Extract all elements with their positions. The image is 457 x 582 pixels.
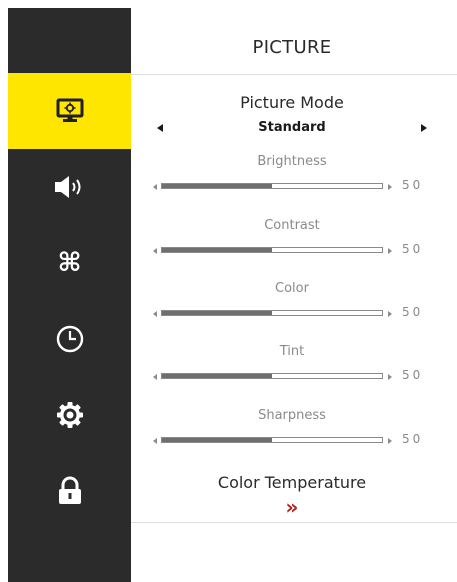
contrast-slider[interactable]: 50 (131, 242, 457, 259)
slider-increase-arrow[interactable] (388, 438, 392, 444)
sidebar-item-timer[interactable] (8, 301, 131, 377)
slider-increase-arrow[interactable] (388, 311, 392, 317)
sidebar-item-command[interactable]: ⌘ (8, 225, 131, 301)
contrast-label: Contrast (264, 218, 320, 233)
sharpness-value: 50 (402, 432, 424, 446)
command-icon: ⌘ (57, 248, 82, 278)
color-value: 50 (402, 305, 424, 319)
sidebar: ⌘ (8, 8, 131, 582)
slider-track[interactable] (161, 247, 383, 253)
color-temperature-arrow-icon[interactable]: » (131, 496, 453, 518)
sound-icon (54, 176, 80, 198)
picture-menu-panel: PICTURE Picture Mode Standard Brightness… (131, 8, 457, 582)
slider-decrease-arrow[interactable] (153, 374, 157, 380)
color-temperature-label[interactable]: Color Temperature (131, 473, 453, 492)
sidebar-item-settings[interactable] (8, 377, 131, 453)
slider-increase-arrow[interactable] (388, 374, 392, 380)
sharpness-slider[interactable]: 50 (131, 432, 457, 449)
slider-fill (162, 248, 272, 252)
picture-mode-value[interactable]: Standard (131, 120, 453, 135)
settings-icon (56, 402, 83, 428)
sidebar-item-picture[interactable] (8, 73, 131, 149)
slider-fill (162, 184, 272, 188)
sharpness-label: Sharpness (258, 408, 326, 423)
brightness-label: Brightness (257, 154, 327, 169)
slider-track[interactable] (161, 310, 383, 316)
contrast-value: 50 (402, 242, 424, 256)
slider-increase-arrow[interactable] (388, 248, 392, 254)
color-label: Color (275, 281, 309, 296)
timer-icon (56, 325, 83, 353)
slider-track[interactable] (161, 373, 383, 379)
slider-decrease-arrow[interactable] (153, 438, 157, 444)
slider-track[interactable] (161, 183, 383, 189)
slider-decrease-arrow[interactable] (153, 311, 157, 317)
sidebar-item-lock[interactable] (8, 453, 131, 529)
page-title: PICTURE (252, 37, 332, 58)
slider-fill (162, 311, 272, 315)
footer-divider (131, 522, 457, 523)
picture-mode-next-arrow[interactable] (421, 124, 427, 132)
color-slider[interactable]: 50 (131, 305, 457, 322)
slider-track[interactable] (161, 437, 383, 443)
slider-decrease-arrow[interactable] (153, 248, 157, 254)
picture-mode-label: Picture Mode (240, 93, 344, 112)
slider-increase-arrow[interactable] (388, 184, 392, 190)
slider-decrease-arrow[interactable] (153, 184, 157, 190)
slider-fill (162, 374, 272, 378)
brightness-slider[interactable]: 50 (131, 178, 457, 195)
tint-label: Tint (279, 344, 305, 359)
sidebar-item-sound[interactable] (8, 149, 131, 225)
tint-slider[interactable]: 50 (131, 368, 457, 385)
lock-icon (58, 476, 81, 504)
tint-value: 50 (402, 368, 424, 382)
picture-icon (56, 98, 83, 122)
header-divider (131, 74, 457, 75)
slider-fill (162, 438, 272, 442)
brightness-value: 50 (402, 178, 424, 192)
